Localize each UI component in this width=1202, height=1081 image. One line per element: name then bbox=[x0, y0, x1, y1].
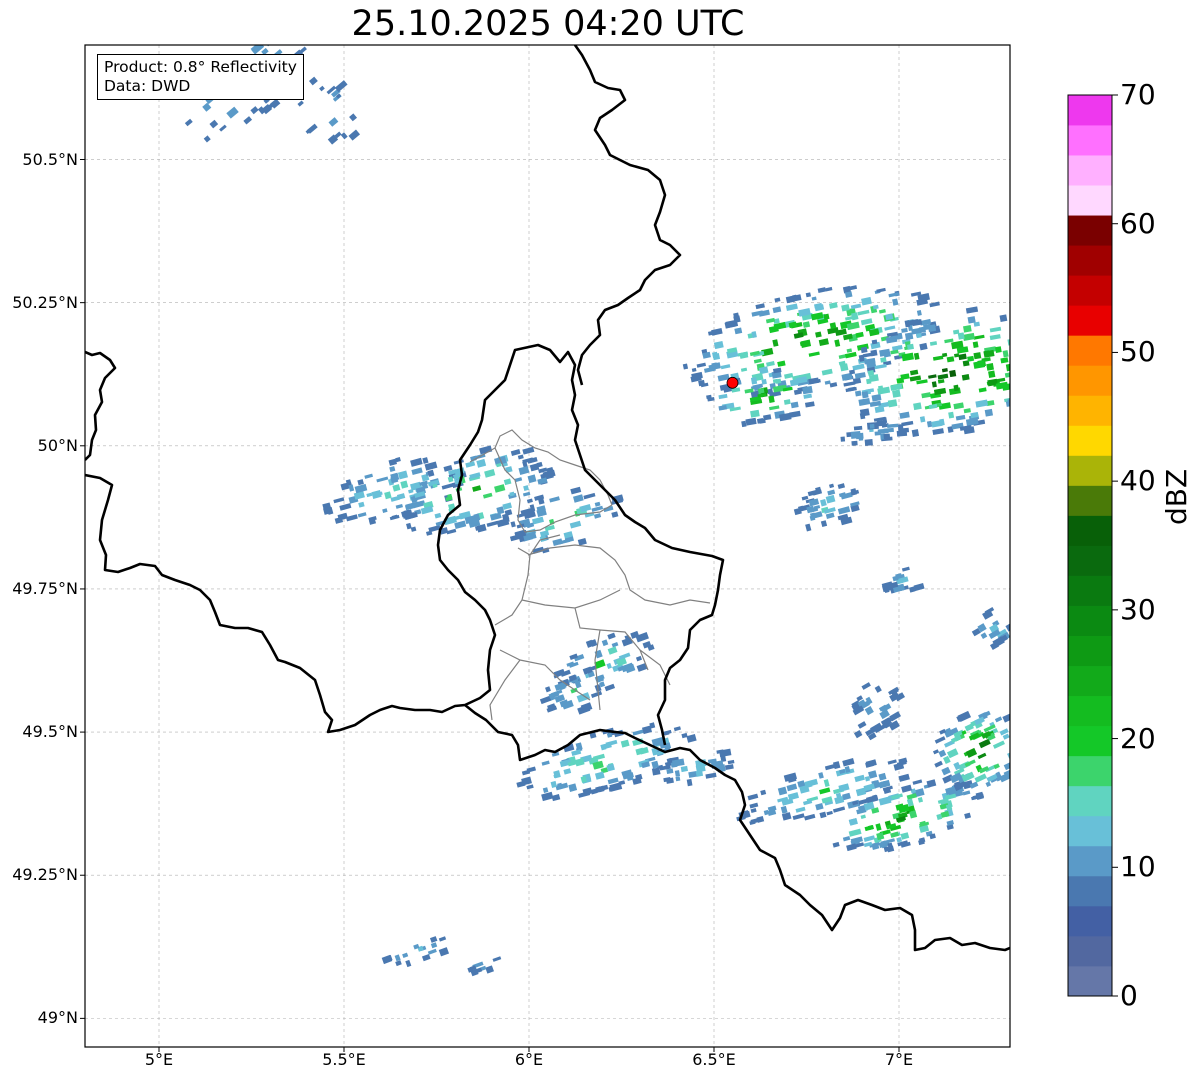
colorbar-bin bbox=[1068, 815, 1112, 847]
colorbar-bin bbox=[1068, 245, 1112, 276]
colorbar-bin bbox=[1068, 515, 1112, 546]
colorbar-bin bbox=[1068, 275, 1112, 306]
colorbar-bin bbox=[1068, 335, 1112, 366]
colorbar-tick-label: 50 bbox=[1120, 335, 1156, 369]
colorbar-tick-label: 20 bbox=[1120, 721, 1156, 755]
colorbar-bin bbox=[1068, 95, 1112, 126]
colorbar-ticks bbox=[1112, 94, 1118, 997]
colorbar-bins bbox=[1068, 95, 1112, 997]
colorbar-bin bbox=[1068, 485, 1112, 516]
colorbar-bin bbox=[1068, 635, 1112, 667]
colorbar-bin bbox=[1068, 455, 1112, 486]
colorbar-bin bbox=[1068, 365, 1112, 396]
colorbar-bin bbox=[1068, 575, 1112, 606]
colorbar-tick-label: 70 bbox=[1120, 78, 1156, 111]
colorbar-bin bbox=[1068, 965, 1112, 997]
colorbar-bin bbox=[1068, 875, 1112, 907]
colorbar-tick-label: 30 bbox=[1120, 592, 1156, 626]
colorbar-bin bbox=[1068, 725, 1112, 757]
colorbar-bin bbox=[1068, 305, 1112, 336]
colorbar-bin bbox=[1068, 935, 1112, 967]
colorbar-tick-label: 0 bbox=[1120, 979, 1138, 1012]
colorbar-bin bbox=[1068, 395, 1112, 426]
colorbar-tick-label: 60 bbox=[1120, 206, 1156, 240]
colorbar bbox=[1067, 94, 1118, 997]
colorbar-label: dBZ bbox=[1160, 468, 1193, 525]
colorbar-bin bbox=[1068, 665, 1112, 697]
colorbar-bin bbox=[1068, 185, 1112, 216]
colorbar-bin bbox=[1068, 545, 1112, 576]
colorbar-bin bbox=[1068, 125, 1112, 156]
colorbar-bin bbox=[1068, 785, 1112, 817]
colorbar-bin bbox=[1068, 905, 1112, 937]
colorbar-bin bbox=[1068, 605, 1112, 636]
colorbar-bin bbox=[1068, 155, 1112, 186]
colorbar-tick-label: 40 bbox=[1120, 464, 1156, 498]
colorbar-tick-label: 10 bbox=[1120, 850, 1156, 884]
colorbar-bin bbox=[1068, 215, 1112, 246]
colorbar-bin bbox=[1068, 425, 1112, 456]
colorbar-bin bbox=[1068, 755, 1112, 787]
colorbar-bin bbox=[1068, 695, 1112, 727]
colorbar-bin bbox=[1068, 845, 1112, 877]
